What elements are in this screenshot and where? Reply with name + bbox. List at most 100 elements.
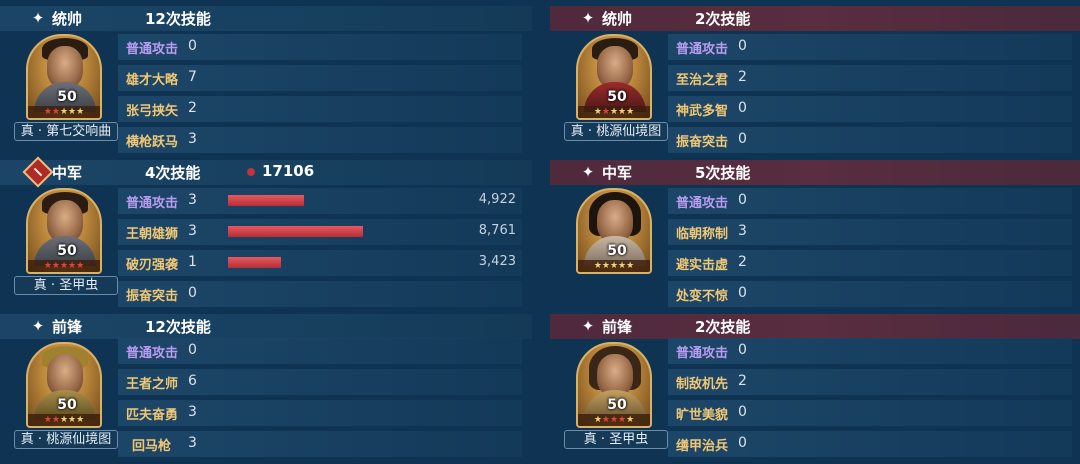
skill-name: 普通攻击 — [126, 42, 179, 57]
skill-row: 破刃强袭 1 3,423 — [118, 250, 522, 276]
vanguard-section: ✦ 前锋 12次技能 50 ★★★★★ 真 · 桃源仙境图 普通攻击 0 王者之… — [0, 308, 532, 462]
skill-trigger-count: 6 — [188, 373, 197, 389]
skill-row: 缮甲治兵 0 — [668, 431, 1072, 457]
role-label: 前锋 — [602, 318, 633, 336]
role-label: 前锋 — [52, 318, 83, 336]
skill-row: 制敌机先 2 — [668, 369, 1072, 395]
skill-trigger-count: 0 — [738, 285, 747, 301]
role-label: 中军 — [602, 164, 633, 182]
skill-trigger-count: 3 — [738, 223, 747, 239]
equipment-tag[interactable]: 真 · 圣甲虫 — [564, 430, 668, 449]
total-damage: 17106 — [262, 162, 315, 180]
equipment-tag[interactable]: 真 · 第七交响曲 — [14, 122, 118, 141]
skill-name: 临朝称制 — [676, 227, 729, 242]
skill-name: 处变不惊 — [676, 289, 729, 304]
skill-row: 普通攻击 0 — [118, 34, 522, 60]
commander-section: ✦ 统帅 2次技能 50 ★★★★★ 真 · 桃源仙境图 普通攻击 0 至治之君… — [550, 0, 1080, 154]
skill-trigger-count: 0 — [188, 342, 197, 358]
skill-trigger-count: 3 — [188, 435, 197, 451]
star-icon: ✦ — [581, 9, 595, 27]
damage-bar — [228, 257, 281, 268]
skill-name: 振奋突击 — [676, 135, 729, 150]
equipment-tag[interactable]: 真 · 桃源仙境图 — [14, 430, 118, 449]
hero-portrait[interactable]: 50 ★★★★★ — [576, 188, 652, 274]
section-header: 中军 4次技能 17106 — [0, 156, 532, 188]
skill-trigger-count: 0 — [738, 435, 747, 451]
skill-name: 回马枪 — [132, 439, 172, 454]
skill-trigger-count: 0 — [738, 192, 747, 208]
skill-row: 张弓挟矢 2 — [118, 96, 522, 122]
skill-name: 王者之师 — [126, 377, 179, 392]
damage-value: 3,423 — [478, 254, 516, 269]
skill-count: 12次技能 — [145, 318, 211, 336]
skill-row: 雄才大略 7 — [118, 65, 522, 91]
skill-count: 5次技能 — [695, 164, 751, 182]
skill-row: 普通攻击 0 — [668, 34, 1072, 60]
damage-bar — [228, 195, 304, 206]
skill-name: 神武多智 — [676, 104, 729, 119]
skill-name: 普通攻击 — [676, 196, 729, 211]
equipment-tag[interactable]: 真 · 圣甲虫 — [14, 276, 118, 295]
skill-row: 振奋突击 0 — [118, 281, 522, 307]
hero-portrait[interactable]: 50 ★★★★★ — [26, 34, 102, 120]
skill-trigger-count: 0 — [188, 285, 197, 301]
equipment-tag[interactable]: 真 · 桃源仙境图 — [564, 122, 668, 141]
skill-trigger-count: 3 — [188, 131, 197, 147]
skill-row: 神武多智 0 — [668, 96, 1072, 122]
skill-trigger-count: 1 — [188, 254, 197, 270]
damage-value: 4,922 — [478, 192, 516, 207]
skill-count: 4次技能 — [145, 164, 201, 182]
star-icon: ✦ — [581, 163, 595, 181]
section-header: ✦ 中军 5次技能 — [550, 160, 1080, 185]
role-label: 中军 — [52, 164, 83, 182]
skill-name: 王朝雄狮 — [126, 227, 179, 242]
skill-trigger-count: 2 — [738, 69, 747, 85]
skill-row: 避实击虚 2 — [668, 250, 1072, 276]
skill-trigger-count: 3 — [188, 192, 197, 208]
skill-trigger-count: 0 — [188, 38, 197, 54]
section-header: ✦ 统帅 12次技能 — [0, 6, 532, 31]
star-rating: ★★★★★ — [28, 260, 100, 272]
star-rating: ★★★★★ — [578, 106, 650, 118]
skill-row: 至治之君 2 — [668, 65, 1072, 91]
hero-portrait[interactable]: 50 ★★★★★ — [576, 342, 652, 428]
star-icon: ✦ — [581, 317, 595, 335]
skill-name: 振奋突击 — [126, 289, 179, 304]
skill-trigger-count: 0 — [738, 404, 747, 420]
skill-name: 雄才大略 — [126, 73, 179, 88]
skill-trigger-count: 0 — [738, 38, 747, 54]
skill-name: 普通攻击 — [676, 42, 729, 57]
skill-name: 避实击虚 — [676, 258, 729, 273]
vanguard-mid-section: 中军 4次技能 17106 50 ★★★★★ 真 · 圣甲虫 普通攻击 3 4,… — [0, 154, 532, 308]
skill-trigger-count: 3 — [188, 404, 197, 420]
role-label: 统帅 — [52, 10, 83, 28]
skill-trigger-count: 3 — [188, 223, 197, 239]
skill-row: 普通攻击 3 4,922 — [118, 188, 522, 214]
skill-row: 临朝称制 3 — [668, 219, 1072, 245]
hero-portrait[interactable]: 50 ★★★★★ — [26, 188, 102, 274]
skill-row: 王者之师 6 — [118, 369, 522, 395]
right-team-panel: ✦ 统帅 2次技能 50 ★★★★★ 真 · 桃源仙境图 普通攻击 0 至治之君… — [550, 0, 1080, 464]
skill-trigger-count: 2 — [738, 373, 747, 389]
skill-row: 普通攻击 0 — [118, 338, 522, 364]
role-label: 统帅 — [602, 10, 633, 28]
damage-dot-icon — [247, 168, 255, 176]
commander-section: ✦ 统帅 12次技能 50 ★★★★★ 真 · 第七交响曲 普通攻击 0 雄才大… — [0, 0, 532, 154]
hero-portrait[interactable]: 50 ★★★★★ — [576, 34, 652, 120]
skill-name: 制敌机先 — [676, 377, 729, 392]
hero-portrait[interactable]: 50 ★★★★★ — [26, 342, 102, 428]
skill-trigger-count: 0 — [738, 100, 747, 116]
skill-count: 2次技能 — [695, 10, 751, 28]
skill-name: 缮甲治兵 — [676, 439, 729, 454]
skill-row: 旷世美貌 0 — [668, 400, 1072, 426]
skill-row: 振奋突击 0 — [668, 127, 1072, 153]
left-team-panel: ✦ 统帅 12次技能 50 ★★★★★ 真 · 第七交响曲 普通攻击 0 雄才大… — [0, 0, 532, 464]
skill-name: 旷世美貌 — [676, 408, 729, 423]
mid-section: ✦ 中军 5次技能 50 ★★★★★ 普通攻击 0 临朝称制 3 避实击虚 2 … — [550, 154, 1080, 308]
skill-name: 破刃强袭 — [126, 258, 179, 273]
star-rating: ★★★★★ — [578, 414, 650, 426]
skill-row: 横枪跃马 3 — [118, 127, 522, 153]
skill-row: 处变不惊 0 — [668, 281, 1072, 307]
star-icon: ✦ — [31, 9, 45, 27]
star-rating: ★★★★★ — [28, 106, 100, 118]
